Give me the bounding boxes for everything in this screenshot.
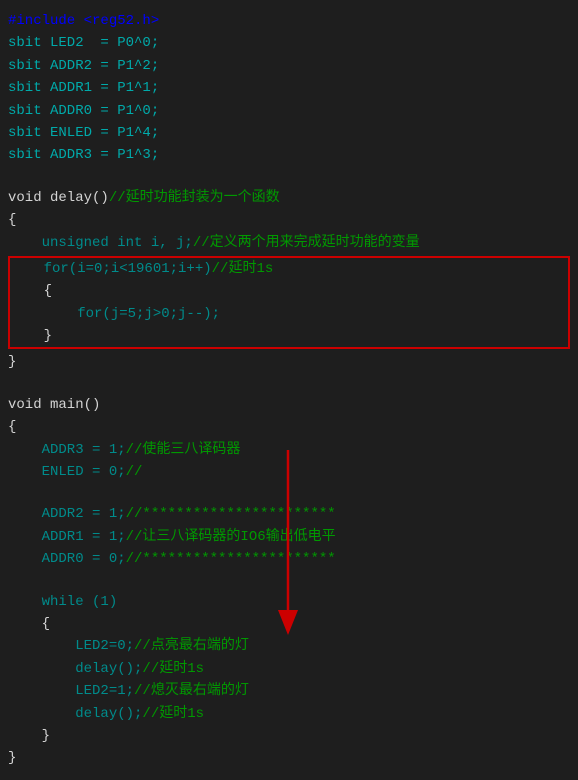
empty-line (8, 571, 570, 591)
code-line: void delay()//延时功能封装为一个函数 (8, 187, 570, 209)
code-text: ADDR0 = 0; (8, 548, 126, 570)
code-text: sbit ADDR2 = P1^2; (8, 55, 159, 77)
code-line: for(j=5;j>0;j--); (10, 303, 568, 325)
code-text: for(j=5;j>0;j--); (10, 303, 220, 325)
code-text: ENLED = 0; (8, 461, 126, 483)
code-comment: //定义两个用来完成延时功能的变量 (193, 232, 420, 254)
code-line: LED2=1;//熄灭最右端的灯 (8, 680, 570, 702)
code-text: ADDR3 = 1; (8, 439, 126, 461)
code-line: { (8, 209, 570, 231)
code-line: } (10, 325, 568, 347)
code-line: sbit ADDR3 = P1^3; (8, 144, 570, 166)
code-text: } (10, 325, 52, 347)
code-text: { (8, 613, 50, 635)
code-comment: //让三八译码器的IO6输出低电平 (126, 526, 336, 548)
empty-line (8, 483, 570, 503)
code-line: #include <reg52.h> (8, 10, 570, 32)
code-text: delay(); (8, 703, 142, 725)
code-line: } (8, 725, 570, 747)
code-line: sbit ADDR0 = P1^0; (8, 100, 570, 122)
code-text: void delay() (8, 187, 109, 209)
code-text: } (8, 725, 50, 747)
code-comment: //延时1s (142, 658, 204, 680)
while-keyword: while (1) (8, 591, 117, 613)
code-comment: //延时功能封装为一个函数 (109, 187, 280, 209)
code-line: ADDR0 = 0;//*********************** (8, 548, 570, 570)
empty-line (8, 374, 570, 394)
code-text: sbit LED2 = P0^0; (8, 32, 159, 54)
code-comment: //延时1s (142, 703, 204, 725)
code-text: LED2=0; (8, 635, 134, 657)
code-line: ADDR1 = 1;//让三八译码器的IO6输出低电平 (8, 526, 570, 548)
code-text: } (8, 351, 16, 373)
code-text: { (8, 416, 16, 438)
code-line: ADDR2 = 1;//*********************** (8, 503, 570, 525)
code-text: { (10, 280, 52, 302)
code-text: { (8, 209, 16, 231)
arrow-region: LED2=0;//点亮最右端的灯 (8, 635, 570, 657)
code-text: } (8, 747, 16, 769)
code-text: ADDR1 = 1; (8, 526, 126, 548)
code-text: void main() (8, 394, 100, 416)
code-line: { (8, 416, 570, 438)
code-text: for(i=0;i<19601;i++) (10, 258, 212, 280)
code-line: for(i=0;i<19601;i++)//延时1s (10, 258, 568, 280)
code-text: sbit ENLED = P1^4; (8, 122, 159, 144)
code-text: sbit ADDR0 = P1^0; (8, 100, 159, 122)
code-comment: //使能三八译码器 (126, 439, 241, 461)
code-comment: // (126, 461, 143, 483)
code-line: } (8, 747, 570, 769)
empty-line (8, 167, 570, 187)
code-line: delay();//延时1s (8, 703, 570, 725)
while-line: while (1) (8, 591, 570, 613)
code-text: #include <reg52.h> (8, 10, 159, 32)
code-comment: //熄灭最右端的灯 (134, 680, 249, 702)
code-text: ADDR2 = 1; (8, 503, 126, 525)
code-text: sbit ADDR1 = P1^1; (8, 77, 159, 99)
code-line: { (8, 613, 570, 635)
code-line: LED2=0;//点亮最右端的灯 (8, 635, 570, 657)
code-container: #include <reg52.h> sbit LED2 = P0^0; sbi… (0, 0, 578, 780)
code-line: sbit ADDR2 = P1^2; (8, 55, 570, 77)
code-line: ENLED = 0;// (8, 461, 570, 483)
code-line: { (10, 280, 568, 302)
code-line: } (8, 351, 570, 373)
code-comment: //*********************** (126, 548, 336, 570)
highlight-box: for(i=0;i<19601;i++)//延时1s { for(j=5;j>0… (8, 256, 570, 350)
code-line: void main() (8, 394, 570, 416)
code-line: sbit ENLED = P1^4; (8, 122, 570, 144)
code-text: unsigned int i, j; (8, 232, 193, 254)
code-line: delay();//延时1s (8, 658, 570, 680)
code-text: delay(); (8, 658, 142, 680)
code-line: unsigned int i, j;//定义两个用来完成延时功能的变量 (8, 232, 570, 254)
code-comment: //点亮最右端的灯 (134, 635, 249, 657)
code-line: sbit ADDR1 = P1^1; (8, 77, 570, 99)
code-comment: //*********************** (126, 503, 336, 525)
code-text: sbit ADDR3 = P1^3; (8, 144, 159, 166)
code-comment: //延时1s (212, 258, 274, 280)
code-text: LED2=1; (8, 680, 134, 702)
code-line: sbit LED2 = P0^0; (8, 32, 570, 54)
code-line: ADDR3 = 1;//使能三八译码器 (8, 439, 570, 461)
